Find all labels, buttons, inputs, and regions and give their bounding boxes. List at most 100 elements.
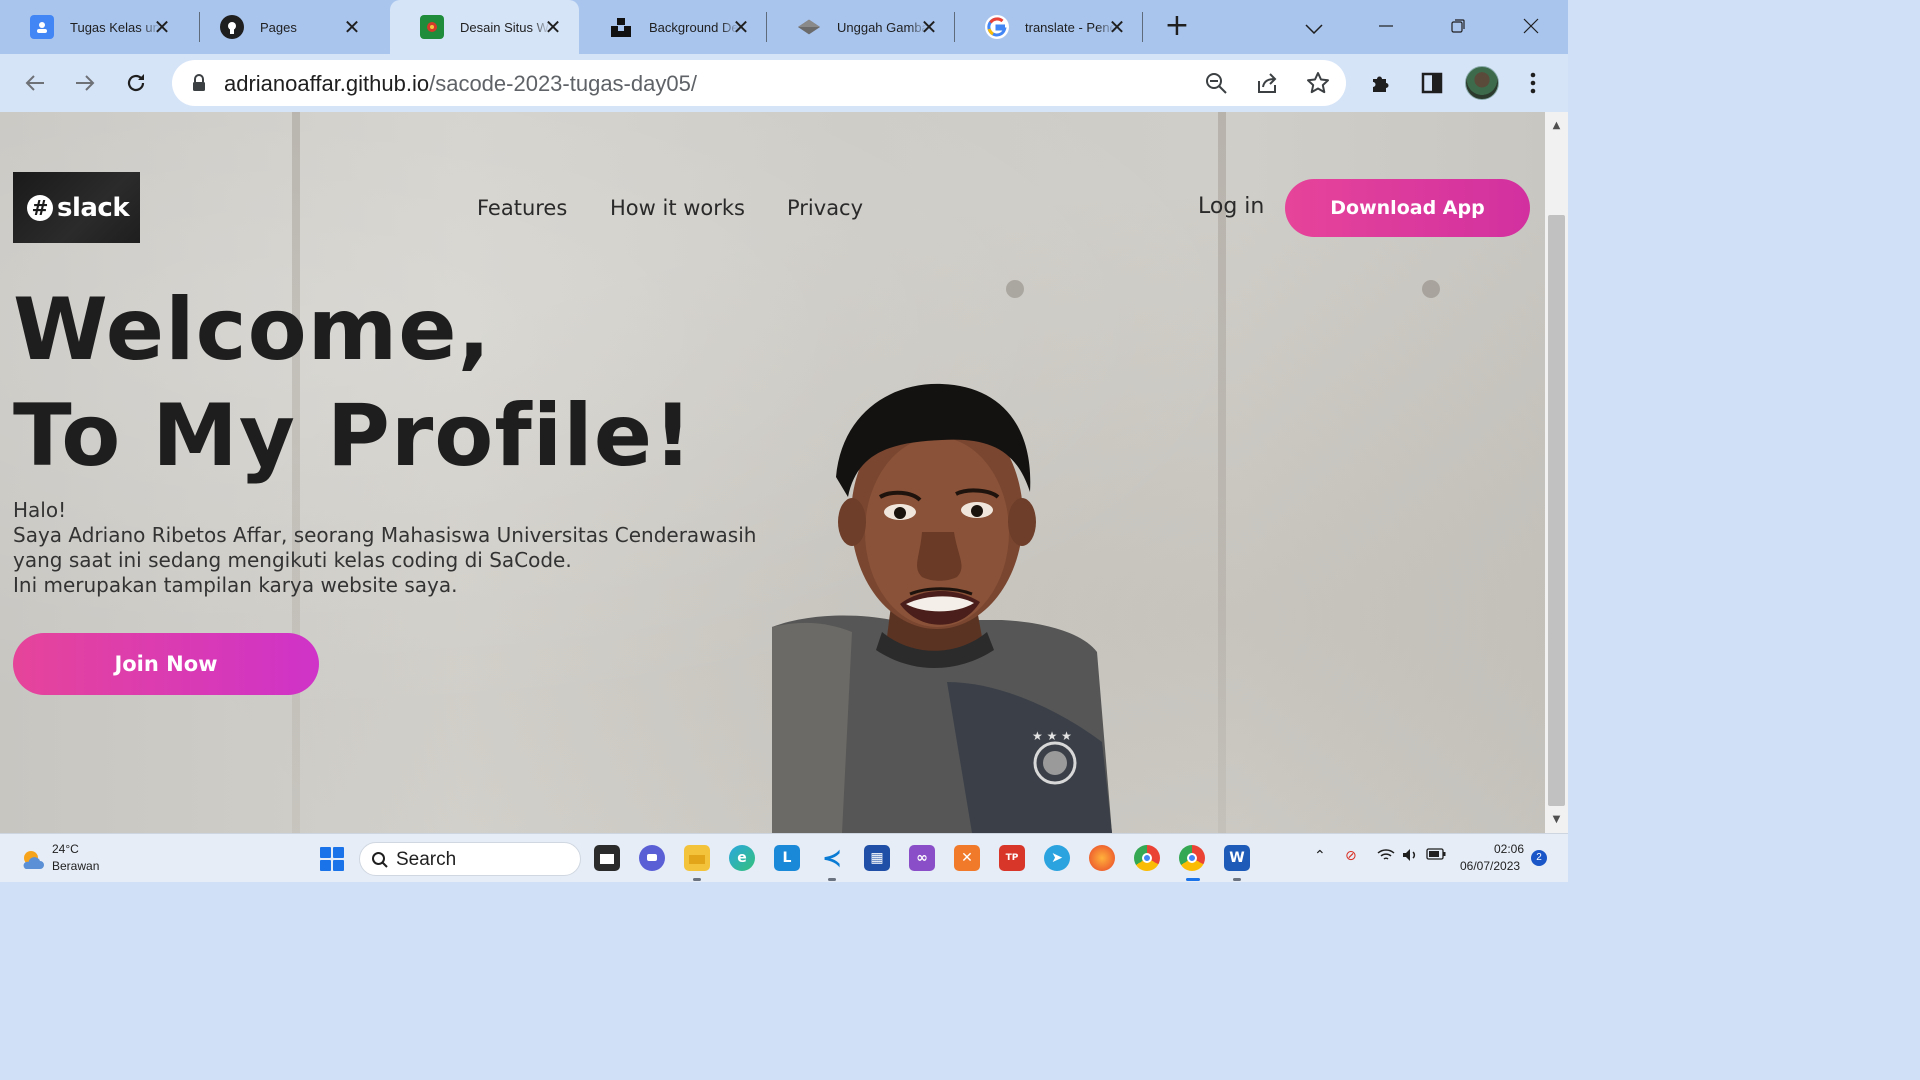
restore-icon[interactable] bbox=[1443, 12, 1473, 42]
tab-desain-situs-web[interactable]: Desain Situs Web ✕ bbox=[390, 0, 579, 54]
imgbb-icon bbox=[797, 15, 821, 39]
back-icon[interactable] bbox=[18, 66, 52, 100]
clock-date[interactable]: 06/07/2023 bbox=[1460, 859, 1520, 873]
side-panel-icon[interactable] bbox=[1415, 66, 1449, 100]
clock-time[interactable]: 02:06 bbox=[1494, 842, 1524, 856]
wall-texture bbox=[1006, 280, 1024, 298]
slack-hash-icon: # bbox=[27, 194, 53, 221]
nav-how-it-works[interactable]: How it works bbox=[610, 196, 745, 220]
hero-heading-line1: Welcome, bbox=[13, 280, 492, 380]
scrollbar-thumb[interactable] bbox=[1548, 215, 1565, 806]
minimize-icon[interactable] bbox=[1371, 12, 1401, 42]
tab-search-icon[interactable] bbox=[1299, 12, 1329, 42]
tab-divider bbox=[1142, 12, 1143, 42]
tab-tugas-kelas[interactable]: Tugas Kelas untuk ✕ bbox=[0, 0, 188, 54]
url-domain: adrianoaffar.github.io bbox=[224, 71, 430, 96]
bookmark-star-icon[interactable] bbox=[1305, 70, 1331, 96]
tab-title: Pages bbox=[260, 19, 297, 35]
edge-icon[interactable]: e bbox=[729, 845, 755, 871]
running-indicator bbox=[1233, 878, 1241, 881]
svg-text:★ ★ ★: ★ ★ ★ bbox=[1032, 729, 1072, 743]
slack-logo[interactable]: # slack bbox=[13, 172, 140, 243]
visual-studio-icon[interactable]: ∞ bbox=[909, 845, 935, 871]
word-icon[interactable]: W bbox=[1224, 845, 1250, 871]
store-icon[interactable]: ▦ bbox=[864, 845, 890, 871]
tab-background-design[interactable]: Background Design ✕ bbox=[579, 0, 767, 54]
active-indicator bbox=[1186, 878, 1200, 881]
wifi-icon[interactable] bbox=[1377, 848, 1395, 866]
site-icon bbox=[420, 15, 444, 39]
zoom-icon[interactable] bbox=[1203, 70, 1229, 96]
tab-pages[interactable]: Pages ✕ bbox=[190, 0, 378, 54]
intro-line: Ini merupakan tampilan karya website say… bbox=[13, 573, 458, 597]
taskbar-search[interactable]: Search bbox=[359, 842, 581, 876]
wall-texture bbox=[1422, 280, 1440, 298]
nav-privacy[interactable]: Privacy bbox=[787, 196, 863, 220]
l-app-icon[interactable]: L bbox=[774, 845, 800, 871]
wall-texture bbox=[1218, 112, 1226, 833]
chrome-profile-icon[interactable] bbox=[1179, 845, 1205, 871]
file-explorer-icon[interactable] bbox=[684, 845, 710, 871]
chrome-icon[interactable] bbox=[1134, 845, 1160, 871]
page-scrollbar[interactable]: ▲ ▼ bbox=[1545, 112, 1568, 833]
xampp-icon[interactable]: ✕ bbox=[954, 845, 980, 871]
search-placeholder: Search bbox=[396, 849, 457, 870]
task-view-icon[interactable] bbox=[594, 845, 620, 871]
join-now-button[interactable]: Join Now bbox=[13, 633, 319, 695]
intro-paragraph: Halo! Saya Adriano Ribetos Affar, seoran… bbox=[13, 498, 756, 598]
nav-features[interactable]: Features bbox=[477, 196, 567, 220]
telegram-icon[interactable]: ➤ bbox=[1044, 845, 1070, 871]
notification-badge[interactable]: 2 bbox=[1531, 850, 1547, 866]
lock-icon[interactable] bbox=[192, 74, 206, 96]
unsplash-icon bbox=[609, 15, 633, 39]
tab-translate[interactable]: translate - Penelusuran Google ✕ bbox=[955, 0, 1143, 54]
extensions-icon[interactable] bbox=[1364, 66, 1398, 100]
windows-start-icon[interactable] bbox=[320, 847, 344, 871]
firefox-icon[interactable] bbox=[1089, 845, 1115, 871]
tab-title: Background Design bbox=[649, 19, 739, 35]
google-icon bbox=[985, 15, 1009, 39]
logo-text: slack bbox=[57, 192, 130, 223]
tab-close-icon[interactable]: ✕ bbox=[541, 15, 565, 39]
classroom-icon bbox=[30, 15, 54, 39]
windows-taskbar: 24°C Berawan Search e L ≺ ▦ ∞ ✕ TP ➤ W ⌃… bbox=[0, 833, 1568, 882]
new-tab-button[interactable]: + bbox=[1162, 11, 1192, 42]
github-icon bbox=[220, 15, 244, 39]
address-bar[interactable]: adrianoaffar.github.io/sacode-2023-tugas… bbox=[172, 60, 1346, 106]
tab-close-icon[interactable]: ✕ bbox=[1105, 15, 1129, 39]
volume-icon[interactable] bbox=[1402, 848, 1420, 866]
tp-app-icon[interactable]: TP bbox=[999, 845, 1025, 871]
scroll-up-icon[interactable]: ▲ bbox=[1549, 120, 1564, 132]
profile-photo: ★ ★ ★ bbox=[772, 383, 1112, 833]
tab-close-icon[interactable]: ✕ bbox=[340, 15, 364, 39]
tab-title: Desain Situs Web bbox=[460, 19, 550, 35]
battery-icon[interactable] bbox=[1426, 848, 1446, 864]
window-close-icon[interactable] bbox=[1516, 12, 1546, 42]
profile-avatar[interactable] bbox=[1465, 66, 1499, 100]
tab-strip: Tugas Kelas untuk ✕ Pages ✕ Desain Situs… bbox=[0, 0, 1568, 54]
network-error-icon[interactable]: ⊘ bbox=[1345, 848, 1357, 864]
url-path: /sacode-2023-tugas-day05/ bbox=[429, 71, 697, 96]
tab-unggah-gambar[interactable]: Unggah Gambar ✕ bbox=[767, 0, 955, 54]
login-link[interactable]: Log in bbox=[1198, 194, 1264, 219]
vscode-icon[interactable]: ≺ bbox=[819, 844, 845, 872]
tab-title: translate - Penelusuran Google bbox=[1025, 19, 1115, 35]
share-icon[interactable] bbox=[1254, 70, 1280, 96]
intro-line: yang saat ini sedang mengikuti kelas cod… bbox=[13, 548, 572, 572]
show-hidden-icons[interactable]: ⌃ bbox=[1314, 848, 1326, 864]
weather-description[interactable]: Berawan bbox=[52, 859, 99, 873]
scroll-down-icon[interactable]: ▼ bbox=[1549, 814, 1564, 826]
tab-close-icon[interactable]: ✕ bbox=[917, 15, 941, 39]
menu-icon[interactable] bbox=[1516, 66, 1550, 100]
intro-line: Saya Adriano Ribetos Affar, seorang Maha… bbox=[13, 523, 757, 547]
tab-close-icon[interactable]: ✕ bbox=[150, 15, 174, 39]
download-app-button[interactable]: Download App bbox=[1285, 179, 1530, 237]
weather-temperature[interactable]: 24°C bbox=[52, 842, 79, 856]
tab-close-icon[interactable]: ✕ bbox=[729, 15, 753, 39]
forward-icon[interactable] bbox=[68, 66, 102, 100]
chat-icon[interactable] bbox=[639, 845, 665, 871]
reload-icon[interactable] bbox=[119, 66, 153, 100]
tab-title: Tugas Kelas untuk bbox=[70, 19, 160, 35]
weather-cloud-sun-icon[interactable] bbox=[20, 847, 44, 871]
url-text[interactable]: adrianoaffar.github.io/sacode-2023-tugas… bbox=[224, 71, 697, 97]
